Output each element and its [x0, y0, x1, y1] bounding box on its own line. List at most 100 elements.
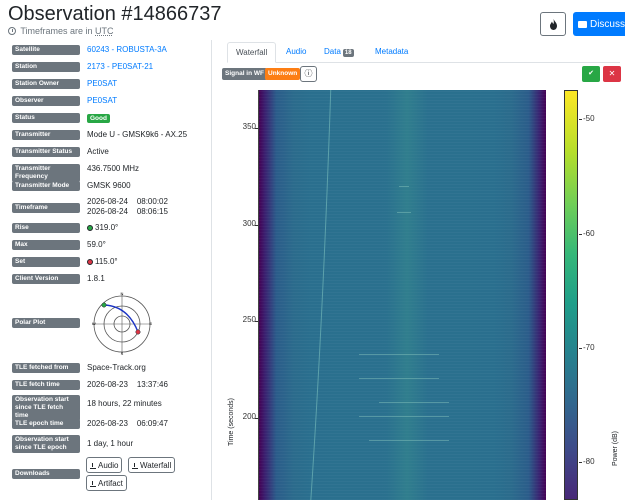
- set-dot-icon: [87, 259, 93, 265]
- y-tick-label: 200: [242, 412, 256, 421]
- max-value: 59.0°: [87, 240, 106, 249]
- compass-w: W: [92, 321, 96, 326]
- detail-label: Rise: [12, 223, 80, 233]
- timezone-abbr: UTC: [95, 26, 114, 36]
- observer-link[interactable]: PE0SAT: [87, 95, 117, 106]
- detail-label: TLE epoch time: [12, 419, 80, 429]
- rise-dot-icon: [87, 225, 93, 231]
- download-artifact-button[interactable]: Artifact: [86, 475, 127, 491]
- download-icon: [132, 463, 138, 469]
- detail-label: Transmitter Status: [12, 147, 80, 157]
- y-tick-label: 300: [242, 219, 256, 228]
- colorbar-label: Power (dB): [612, 430, 619, 466]
- obs-since-fetch-value: 18 hours, 22 minutes: [87, 399, 162, 408]
- detail-label-line2: since TLE epoch: [15, 444, 67, 451]
- download-waterfall-button[interactable]: Waterfall: [128, 457, 176, 473]
- close-icon: ✕: [608, 69, 616, 78]
- fire-icon: [549, 18, 557, 30]
- y-axis-label: Time (seconds): [228, 398, 235, 446]
- detail-label: Timeframe: [12, 203, 80, 213]
- download-icon: [90, 463, 96, 469]
- compass-n: N: [121, 292, 124, 296]
- obs-since-epoch-value: 1 day, 1 hour: [87, 439, 134, 448]
- observation-details: Satellite 60243 - ROBUSTA-3A Station 217…: [8, 44, 208, 500]
- detail-label: Polar Plot: [12, 318, 80, 328]
- rise-value: 319.0°: [95, 223, 119, 232]
- status-badge: Good: [87, 114, 110, 123]
- timezone-note: Timeframes are in UTC: [8, 26, 114, 36]
- station-owner-link[interactable]: PE0SAT: [87, 78, 117, 89]
- discuss-label: Discuss: [589, 18, 625, 30]
- detail-row-polar-plot: Polar Plot N E S W: [8, 292, 208, 356]
- transmitter-status-value: Active: [87, 147, 109, 156]
- colorbar-tick-label: -70: [583, 343, 595, 352]
- tab-audio[interactable]: Audio: [278, 42, 314, 63]
- detail-label: Downloads: [12, 469, 80, 479]
- transmitter-mode-value: GMSK 9600: [87, 181, 131, 190]
- transmitter-frequency-value: 436.7500 MHz: [87, 164, 140, 173]
- compass-s: S: [121, 351, 124, 356]
- download-audio-button[interactable]: Audio: [86, 457, 123, 473]
- unknown-chip: Unknown: [265, 68, 301, 80]
- page-title: Observation #14866737: [8, 3, 222, 25]
- detail-label: Station Owner: [12, 79, 80, 89]
- station-link[interactable]: 2173 - PE0SAT-21: [87, 61, 153, 72]
- colorbar: [564, 90, 578, 500]
- y-tick-label: 350: [242, 122, 256, 131]
- discuss-button[interactable]: Discuss: [573, 12, 625, 36]
- set-value: 115.0°: [95, 257, 118, 266]
- signal-trace: [310, 90, 332, 500]
- detail-label: Station: [12, 62, 80, 72]
- compass-e: E: [149, 321, 152, 326]
- detail-label-line1: Observation start: [15, 396, 69, 403]
- y-tick-label: 250: [242, 315, 256, 324]
- tle-fetch-time-value: 2026-08-23 13:37:46: [87, 380, 168, 389]
- colorbar-tick-label: -50: [583, 114, 595, 123]
- waterfall-toolbar: Signal in WF Unknown ⓘ ✔ ✕: [222, 66, 622, 84]
- download-icon: [90, 481, 96, 487]
- timezone-prefix: Timeframes are in: [20, 26, 93, 36]
- detail-label: Transmitter Mode: [12, 181, 80, 191]
- detail-label: Client Version: [12, 274, 80, 284]
- info-icon: ⓘ: [304, 69, 313, 78]
- data-count-badge: 18: [342, 49, 354, 57]
- detail-label: Observer: [12, 96, 80, 106]
- polar-plot: N E S W: [92, 292, 152, 356]
- waterfall-plot: 350 300 250 200 Time (seconds) -50 -60 -…: [222, 86, 625, 500]
- colorbar-tick-label: -60: [583, 229, 595, 238]
- colorbar-tick-label: -80: [583, 457, 595, 466]
- detail-label: TLE fetched from: [12, 363, 80, 373]
- detail-label: Set: [12, 257, 80, 267]
- detail-row-downloads: Downloads Audio Waterfall Artifact: [8, 457, 208, 497]
- detail-label-line2: since TLE fetch time: [15, 404, 64, 419]
- signal-in-wf-chip: Signal in WF: [222, 68, 267, 80]
- transmitter-value: Mode U - GMSK9k6 - AX.25: [87, 130, 188, 139]
- detail-label: Transmitter: [12, 130, 80, 140]
- tab-bar: Waterfall Audio Data 18 Metadata: [227, 42, 620, 63]
- page-header: Observation #14866737 Timeframes are in …: [8, 2, 625, 42]
- detail-label: Transmitter Frequency: [12, 164, 80, 182]
- client-version-value: 1.8.1: [87, 274, 105, 283]
- detail-label: Max: [12, 240, 80, 250]
- detail-label: TLE fetch time: [12, 380, 80, 390]
- info-button[interactable]: ⓘ: [300, 66, 317, 82]
- vet-good-button[interactable]: ✔: [582, 66, 600, 82]
- tab-waterfall[interactable]: Waterfall: [227, 42, 277, 63]
- chat-icon: [577, 20, 587, 28]
- waterfall-image: [258, 90, 546, 500]
- colorbar-ticks: -50 -60 -70 -80: [579, 86, 609, 500]
- satellite-link[interactable]: 60243 - ROBUSTA-3A: [87, 44, 167, 55]
- clock-icon: [8, 27, 16, 35]
- tab-data[interactable]: Data 18: [316, 42, 362, 63]
- detail-label: Status: [12, 113, 80, 123]
- tle-fetched-from-value: Space-Track.org: [87, 363, 146, 372]
- tle-epoch-time-value: 2026-08-23 06:09:47: [87, 419, 168, 428]
- column-divider: [211, 40, 212, 500]
- vetting-fire-button[interactable]: [540, 12, 566, 36]
- timeframe-end: 2026-08-24 08:06:15: [87, 207, 168, 216]
- vet-bad-button[interactable]: ✕: [603, 66, 621, 82]
- detail-label: Satellite: [12, 45, 80, 55]
- tab-metadata[interactable]: Metadata: [367, 42, 416, 63]
- check-icon: ✔: [588, 70, 594, 77]
- detail-label-line1: Observation start: [15, 436, 69, 443]
